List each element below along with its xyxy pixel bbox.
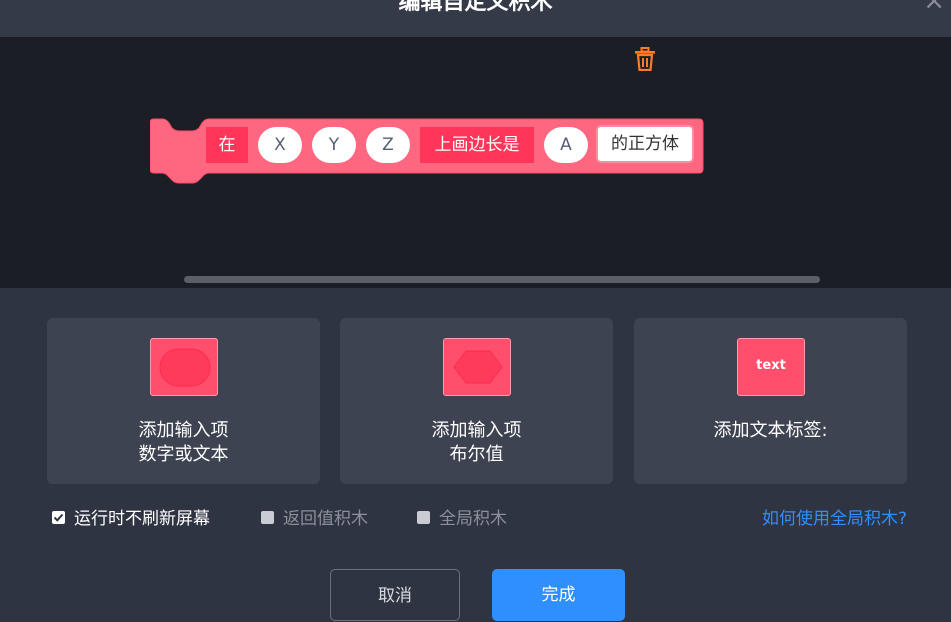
option-no-refresh[interactable]: 运行时不刷新屏幕 xyxy=(52,508,210,530)
horizontal-scrollbar[interactable] xyxy=(184,276,820,283)
card-subtitle: 数字或文本 xyxy=(138,444,229,465)
checkbox-checked-icon[interactable] xyxy=(52,510,65,524)
add-number-text-input-card[interactable]: 添加输入项 数字或文本 xyxy=(47,318,320,484)
block-label-at: 在 xyxy=(206,127,248,163)
text-thumbnail-label: text xyxy=(756,358,786,373)
hexagon-input-icon xyxy=(453,350,503,384)
card-title: 添加输入项 xyxy=(431,420,522,441)
checkbox-icon[interactable] xyxy=(417,510,430,524)
option-label: 全局积木 xyxy=(439,509,507,529)
card-title: 添加文本标签: xyxy=(713,420,828,441)
block-input-x[interactable]: X xyxy=(258,127,302,163)
trash-icon[interactable] xyxy=(634,47,656,71)
option-label: 返回值积木 xyxy=(283,509,368,529)
dialog-header: 编辑自定义积木 × xyxy=(0,0,951,37)
cancel-button[interactable]: 取消 xyxy=(330,569,460,621)
block-input-z[interactable]: Z xyxy=(366,127,410,163)
option-label: 运行时不刷新屏幕 xyxy=(74,509,210,529)
block-input-y[interactable]: Y xyxy=(312,127,356,163)
checkbox-icon[interactable] xyxy=(261,510,274,524)
option-global-block[interactable]: 全局积木 xyxy=(417,508,507,530)
help-link[interactable]: 如何使用全局积木? xyxy=(762,508,907,530)
close-icon[interactable]: × xyxy=(923,0,945,16)
add-text-label-card[interactable]: text 添加文本标签: xyxy=(634,318,907,484)
number-input-thumbnail xyxy=(150,338,218,396)
block-text-input[interactable]: 的正方体 xyxy=(596,125,694,163)
card-title: 添加输入项 xyxy=(138,420,229,441)
option-return-value[interactable]: 返回值积木 xyxy=(261,508,368,530)
done-button[interactable]: 完成 xyxy=(492,569,625,621)
boolean-input-thumbnail xyxy=(443,338,511,396)
oval-input-icon xyxy=(159,348,211,387)
text-label-thumbnail: text xyxy=(737,338,805,396)
block-label-side: 上画边长是 xyxy=(420,127,534,163)
block-input-a[interactable]: A xyxy=(544,127,588,163)
add-boolean-input-card[interactable]: 添加输入项 布尔值 xyxy=(340,318,613,484)
card-subtitle: 布尔值 xyxy=(449,444,504,465)
dialog-title: 编辑自定义积木 xyxy=(398,0,553,15)
